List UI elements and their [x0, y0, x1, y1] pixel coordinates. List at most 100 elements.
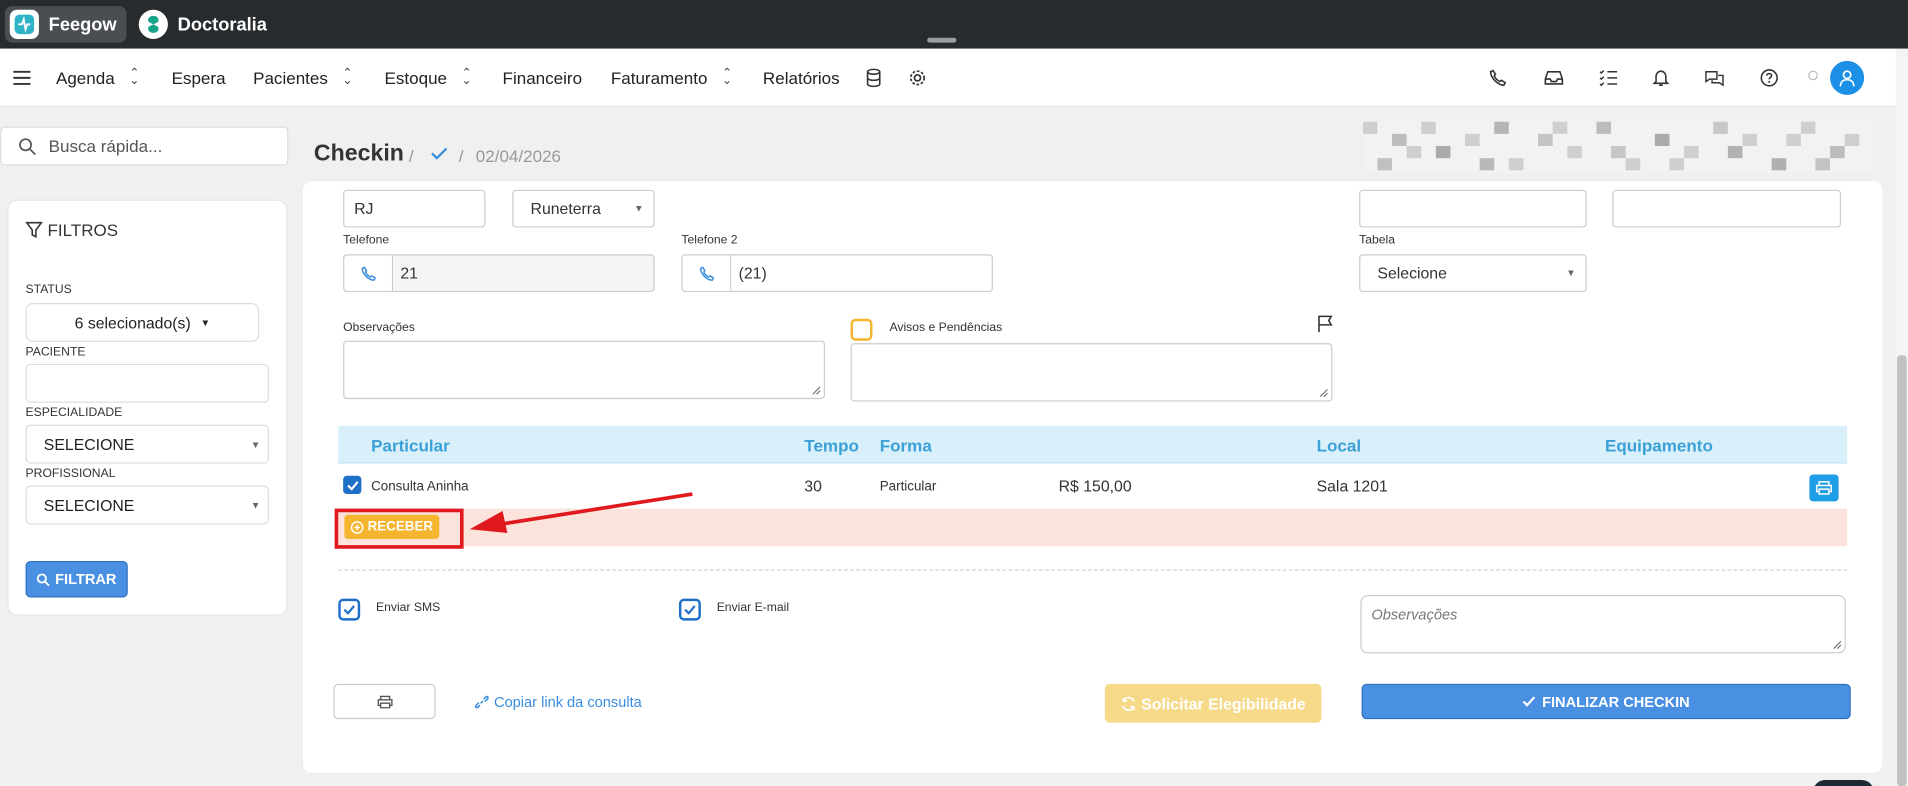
breadcrumb-separator: / [458, 146, 464, 166]
eligibility-button[interactable]: Solicitar Elegibilidade [1104, 683, 1322, 723]
finalize-label: FINALIZAR CHECKIN [1542, 692, 1690, 711]
avisos-label: Avisos e Pendências [889, 321, 1003, 335]
annotation-highlight-box [334, 508, 464, 549]
resize-handle-icon [1833, 640, 1842, 649]
especialidade-label: ESPECIALIDADE [25, 406, 123, 420]
filter-icon [25, 221, 43, 238]
estado-input[interactable]: RJ [343, 189, 486, 228]
sms-checkbox[interactable] [338, 598, 361, 621]
nav-estoque[interactable]: Estoque ⌃ ⌄ [385, 49, 472, 107]
avisos-textarea[interactable] [850, 343, 1333, 402]
procedure-forma: Particular [879, 479, 937, 495]
telefone-input[interactable]: 21 [343, 254, 655, 293]
telefone2-value: (21) [738, 264, 767, 283]
gear-icon[interactable] [905, 66, 929, 90]
phone-icon[interactable] [1486, 66, 1510, 90]
feegow-logo-icon [9, 9, 39, 39]
main-navbar: Agenda ⌃ ⌄ Espera Pacientes ⌃ ⌄ Estoque ⌃ ⌄ Fi… [0, 48, 1896, 108]
check-icon [1523, 696, 1536, 707]
database-icon[interactable] [861, 66, 885, 90]
telefone2-label: Telefone 2 [681, 233, 738, 248]
field-input[interactable] [1359, 189, 1587, 228]
paciente-label: PACIENTE [25, 345, 86, 359]
cidade-select[interactable]: Runeterra ▼ [512, 189, 655, 228]
caret-down-icon: ▼ [250, 438, 261, 450]
link-icon [474, 695, 489, 709]
search-icon [19, 137, 36, 155]
paciente-input[interactable] [25, 363, 269, 403]
finalize-checkin-button[interactable]: FINALIZAR CHECKIN [1361, 683, 1851, 720]
nav-agenda[interactable]: Agenda ⌃ ⌄ [56, 49, 140, 107]
nav-label: Estoque [384, 68, 448, 88]
field-input[interactable] [1612, 189, 1842, 228]
procedures-table-header: Particular Tempo Forma Local Equipamento [338, 425, 1848, 464]
telefone-label: Telefone [343, 233, 390, 248]
especialidade-select[interactable]: SELECIONE ▼ [25, 424, 269, 464]
bell-icon[interactable] [1649, 66, 1673, 90]
check-icon [431, 145, 448, 164]
notification-observacoes-textarea[interactable]: Observações [1360, 595, 1846, 654]
print-button[interactable] [333, 683, 436, 720]
hamburger-menu-icon[interactable] [10, 66, 34, 90]
nav-relatorios[interactable]: Relatórios [763, 49, 840, 107]
sort-caret-icon: ⌃ ⌄ [722, 66, 733, 88]
nav-espera[interactable]: Espera [172, 49, 226, 107]
cidade-value: Runeterra [530, 199, 601, 218]
chat-widget-edge[interactable] [1813, 779, 1874, 786]
inbox-icon[interactable] [1542, 66, 1566, 90]
page-title: Checkin [313, 141, 404, 167]
nav-label: Espera [171, 68, 226, 88]
breadcrumb-separator: / [408, 146, 414, 166]
help-icon[interactable] [1757, 66, 1781, 90]
status-label: STATUS [25, 283, 72, 297]
divider [338, 569, 1848, 571]
chat-icon[interactable] [1702, 66, 1726, 90]
email-checkbox[interactable] [678, 598, 701, 621]
nav-pacientes[interactable]: Pacientes ⌃ ⌄ [253, 49, 353, 107]
sort-caret-icon: ⌃ ⌄ [129, 66, 140, 88]
col-equipamento: Equipamento [1604, 435, 1713, 456]
resize-handle-icon [812, 386, 821, 395]
nav-label: Agenda [55, 68, 115, 88]
procedure-local: Sala 1201 [1316, 476, 1388, 496]
quick-search-input[interactable]: Busca rápida... [0, 126, 289, 166]
doctoralia-logo-icon [138, 9, 168, 39]
row-checkbox[interactable] [343, 475, 362, 495]
avatar[interactable] [1830, 60, 1865, 95]
drag-handle[interactable] [927, 37, 957, 43]
telefone2-input[interactable]: (21) [681, 254, 993, 293]
app-tab-feegow[interactable]: Feegow [4, 6, 127, 43]
nav-faturamento[interactable]: Faturamento ⌃ ⌄ [611, 49, 732, 107]
app-tab-doctoralia[interactable]: Doctoralia [134, 6, 277, 43]
checklist-icon[interactable] [1596, 66, 1620, 90]
scrollbar-thumb[interactable] [1896, 355, 1907, 786]
flag-icon[interactable] [1315, 314, 1334, 340]
printer-icon [377, 695, 392, 708]
filter-button[interactable]: FILTRAR [25, 560, 128, 598]
print-button[interactable] [1809, 474, 1839, 502]
profissional-select[interactable]: SELECIONE ▼ [25, 485, 269, 525]
procedure-valor: R$ 150,00 [1058, 476, 1132, 496]
status-value: 6 selecionado(s) [74, 313, 191, 332]
caret-down-icon: ▼ [634, 203, 644, 215]
nav-label: Pacientes [253, 68, 328, 88]
caret-down-icon: ▼ [250, 499, 261, 511]
tabela-select[interactable]: Selecione ▼ [1359, 254, 1587, 293]
page: Feegow Doctoralia Agenda ⌃ ⌄ Espera Pacien… [0, 0, 1908, 786]
status-select[interactable]: 6 selecionado(s) ▼ [25, 302, 260, 342]
observacoes-textarea[interactable] [343, 340, 825, 400]
profissional-value: SELECIONE [43, 495, 135, 515]
copy-link[interactable]: Copiar link da consulta [474, 694, 642, 711]
nav-financeiro[interactable]: Financeiro [503, 49, 583, 107]
col-local: Local [1316, 435, 1362, 456]
search-icon [37, 572, 50, 586]
filter-button-label: FILTRAR [55, 570, 117, 588]
annotation-arrow-icon [469, 492, 693, 533]
tabela-value: Selecione [1377, 264, 1447, 283]
nav-label: Relatórios [762, 68, 840, 88]
status-dot [1808, 70, 1818, 81]
avisos-checkbox[interactable] [850, 318, 873, 341]
search-placeholder: Busca rápida... [48, 136, 163, 156]
filters-title-label: FILTROS [47, 220, 119, 240]
filters-panel: FILTROS STATUS 6 selecionado(s) ▼ PACIEN… [7, 199, 288, 616]
